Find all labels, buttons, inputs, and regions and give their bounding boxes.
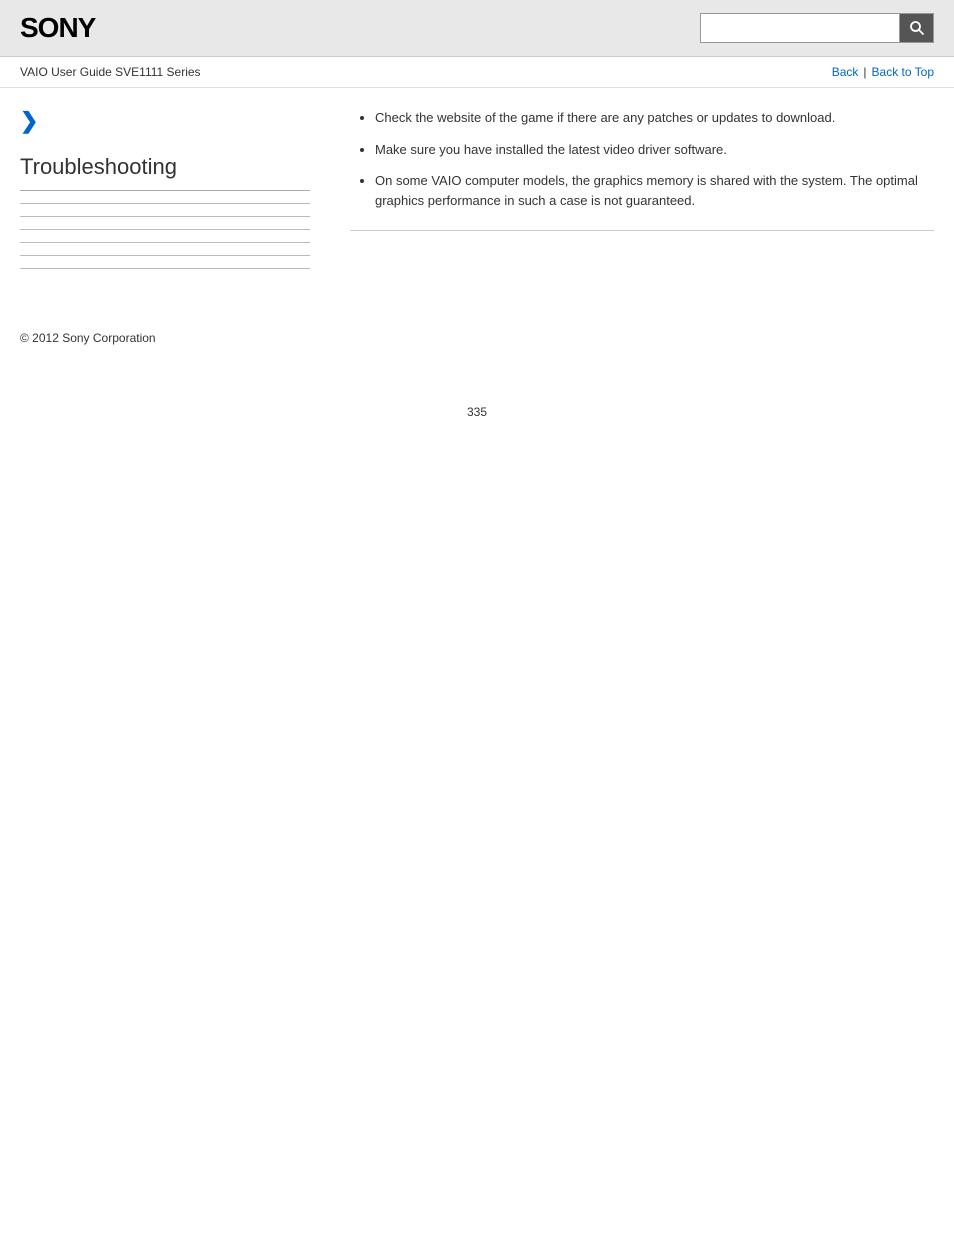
sidebar-divider-6 [20,268,310,269]
sony-logo: SONY [20,12,95,44]
sidebar-divider-2 [20,216,310,217]
page-number: 335 [0,405,954,439]
list-item: Make sure you have installed the latest … [375,140,934,160]
chevron-right-icon: ❯ [20,108,310,134]
copyright-text: © 2012 Sony Corporation [20,331,156,345]
content-divider [350,230,934,231]
search-area [700,13,934,43]
back-to-top-link[interactable]: Back to Top [872,65,934,79]
sidebar-divider-1 [20,203,310,204]
guide-title: VAIO User Guide SVE1111 Series [20,65,201,79]
content-list: Check the website of the game if there a… [350,108,934,210]
sidebar: ❯ Troubleshooting [20,108,330,281]
search-input[interactable] [700,13,900,43]
sidebar-items [20,203,310,269]
nav-separator: | [863,65,866,79]
search-button[interactable] [900,13,934,43]
nav-links: Back | Back to Top [832,65,934,79]
sidebar-divider-5 [20,255,310,256]
sidebar-heading: Troubleshooting [20,154,310,191]
back-link[interactable]: Back [832,65,859,79]
sidebar-divider-4 [20,242,310,243]
list-item: Check the website of the game if there a… [375,108,934,128]
list-item: On some VAIO computer models, the graphi… [375,171,934,210]
sidebar-divider-3 [20,229,310,230]
content-area: Check the website of the game if there a… [330,108,934,281]
page-header: SONY [0,0,954,57]
main-content: ❯ Troubleshooting Check the website of t… [0,88,954,301]
footer: © 2012 Sony Corporation [0,301,954,365]
search-icon [909,20,925,36]
breadcrumb-bar: VAIO User Guide SVE1111 Series Back | Ba… [0,57,954,88]
